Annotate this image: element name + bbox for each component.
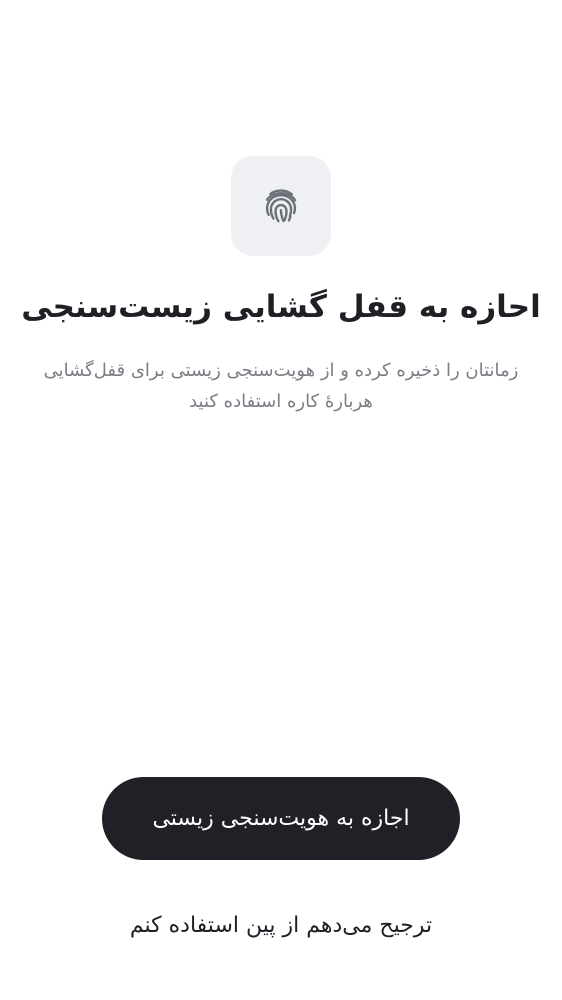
fingerprint-icon-tile bbox=[231, 156, 331, 256]
use-pin-instead-link[interactable]: ترجیح می‌دهم از پین استفاده کنم bbox=[0, 906, 562, 946]
page-title: احازه به قفل گشایی زیست‌سنجی bbox=[21, 289, 541, 325]
page-subtitle: زمانتان را ذخیره کرده و از هویت‌سنجی زیس… bbox=[43, 360, 519, 412]
biometric-permission-screen: احازه به قفل گشایی زیست‌سنجی زمانتان را … bbox=[0, 0, 562, 1000]
allow-biometric-button[interactable]: اجازه به هویت‌سنجی زیستی bbox=[102, 777, 460, 860]
fingerprint-icon bbox=[265, 189, 297, 223]
